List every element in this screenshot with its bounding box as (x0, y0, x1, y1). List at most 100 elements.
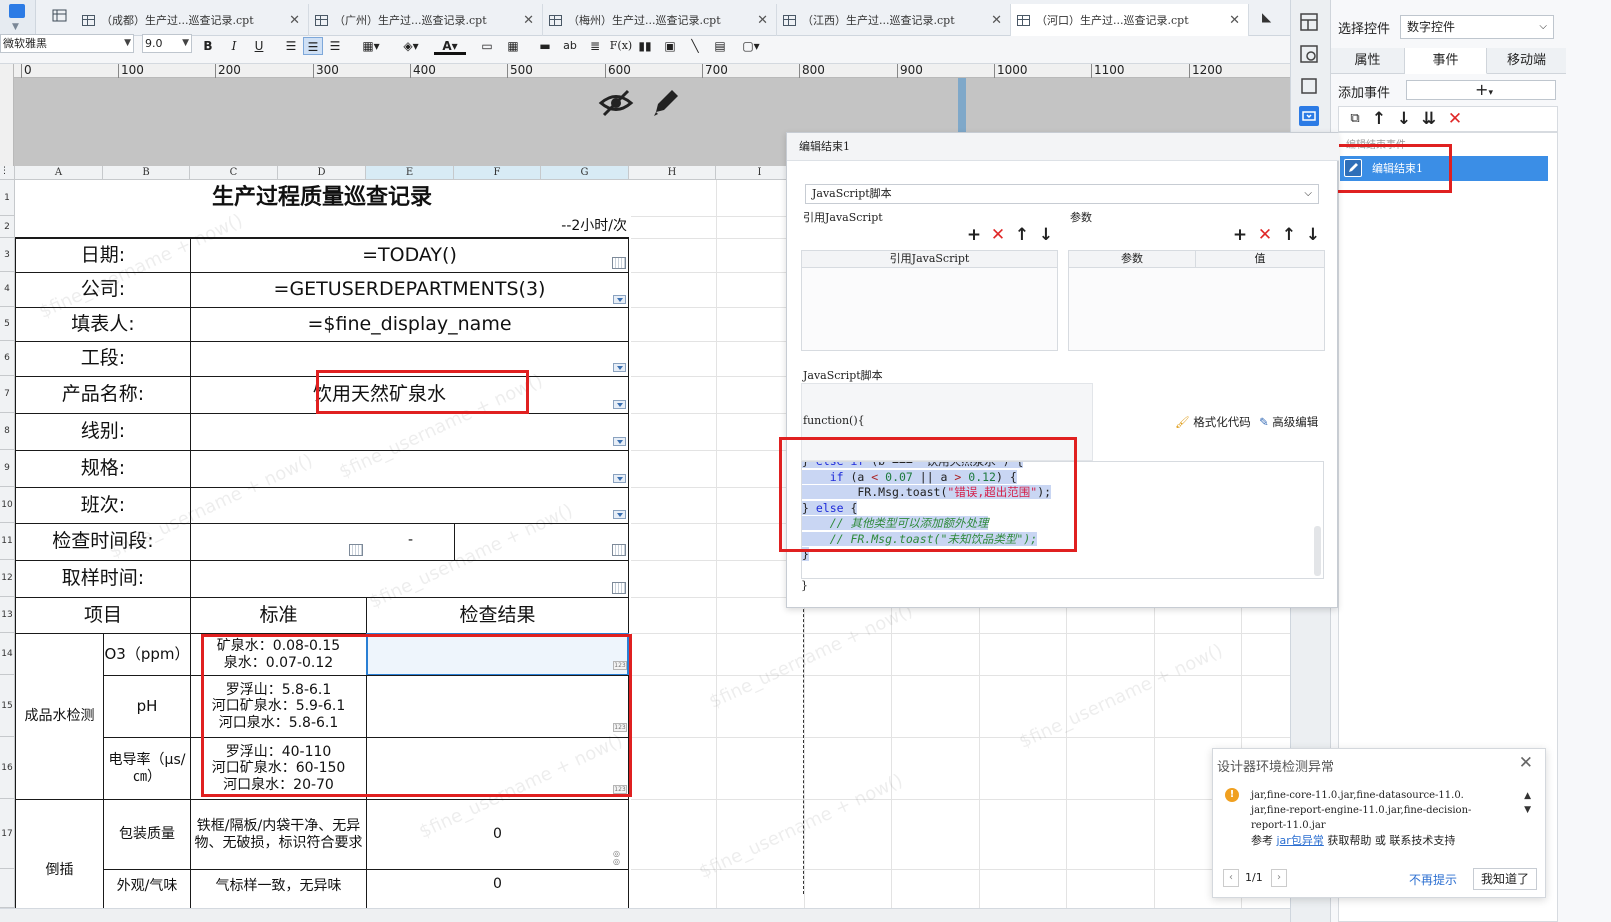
subreport-icon[interactable]: ▤ (711, 37, 729, 55)
delete-icon[interactable]: ✕ (989, 226, 1007, 244)
move-bottom-icon[interactable]: ⇊ (1420, 110, 1438, 128)
row-header[interactable]: 11 (0, 523, 15, 560)
conductivity-label[interactable]: 电导率（μs/㎝） (103, 737, 191, 800)
date-label[interactable]: 日期: (15, 238, 191, 273)
ph-label[interactable]: pH (103, 675, 191, 738)
tab-jiangxi[interactable]: （江西）生产过...巡查记录.cpt ✕ (777, 4, 1011, 36)
no-remind-button[interactable]: 不再提示 (1409, 871, 1457, 888)
arrow-up-icon[interactable]: ↑ (1370, 110, 1388, 128)
cell-attribute-icon[interactable] (1299, 44, 1319, 64)
arrow-up-icon[interactable]: ↑ (1280, 226, 1298, 244)
row-header[interactable]: 9 (0, 450, 15, 487)
row-header[interactable]: 4 (0, 272, 15, 307)
close-icon[interactable]: ✕ (289, 13, 300, 28)
o3-standard[interactable]: 矿泉水：0.08-0.15 泉水：0.07-0.12 (190, 633, 367, 676)
dropdown-icon[interactable] (613, 437, 626, 446)
filler-label[interactable]: 填表人: (15, 307, 191, 342)
close-icon[interactable]: ✕ (757, 13, 768, 28)
row-header[interactable]: 7 (0, 376, 15, 413)
fill-color-icon[interactable]: ◈▾ (396, 37, 426, 55)
column-header[interactable]: B (103, 166, 190, 180)
acknowledge-button[interactable]: 我知道了 (1473, 868, 1537, 890)
spec-label[interactable]: 规格: (15, 450, 191, 488)
ph-standard[interactable]: 罗浮山：5.8-6.1 河口矿泉水：5.9-6.1 河口泉水：5.8-6.1 (190, 675, 367, 738)
section-label[interactable]: 工段: (15, 341, 191, 377)
section-cell[interactable] (190, 341, 629, 377)
tab-mobile[interactable]: 移动端 (1487, 48, 1566, 74)
close-icon[interactable]: ✕ (991, 13, 1002, 28)
align-right-icon[interactable]: ☰ (326, 37, 344, 55)
header-item[interactable]: 项目 (15, 597, 191, 634)
period-end-cell[interactable] (454, 523, 629, 561)
delete-icon[interactable]: ✕ (1256, 226, 1274, 244)
event-item-selected[interactable]: 编辑结束1 (1340, 156, 1548, 181)
package-quality-result[interactable]: 0 (366, 799, 629, 870)
line-label[interactable]: 线别: (15, 413, 191, 451)
row-header[interactable]: 14 (0, 633, 15, 675)
font-color-button[interactable]: A▾ (434, 37, 466, 55)
column-header[interactable]: H (629, 166, 716, 180)
copy-icon[interactable]: ⧉ (1346, 110, 1364, 128)
border-style-icon[interactable]: ▢▾ (736, 37, 766, 55)
dropdown-icon[interactable] (613, 510, 626, 519)
align-center-icon[interactable]: ☰ (303, 37, 323, 55)
help-link[interactable]: jar包异常 (1277, 834, 1324, 847)
calendar-icon[interactable] (349, 544, 363, 556)
grid-icon[interactable] (52, 6, 68, 26)
chart-icon[interactable]: ▮▮ (636, 37, 654, 55)
plus-icon[interactable]: + (965, 226, 983, 244)
arrow-down-icon[interactable]: ↓ (1037, 226, 1055, 244)
close-icon[interactable]: ✕ (1519, 753, 1533, 773)
ref-js-table[interactable]: 引用JavaScript (801, 250, 1058, 351)
table-icon[interactable]: ▦ (504, 37, 522, 55)
tab-hekou[interactable]: （河口）生产过...巡查记录.cpt ✕ (1011, 4, 1249, 36)
column-header[interactable]: A (15, 166, 103, 180)
arrow-up-icon[interactable]: ↑ (1013, 226, 1031, 244)
appearance-label[interactable]: 外观/气味 (103, 869, 191, 908)
cell-element-icon[interactable] (1299, 76, 1319, 96)
group-inverted[interactable]: 倒插 (15, 799, 104, 908)
delete-icon[interactable]: ✕ (1446, 110, 1464, 128)
widget-library-icon[interactable] (1299, 12, 1319, 32)
shift-label[interactable]: 班次: (15, 487, 191, 524)
dropdown-icon[interactable] (613, 363, 626, 372)
period-label[interactable]: 检查时间段: (15, 523, 191, 561)
row-header[interactable]: 8 (0, 413, 15, 450)
group-finished-water[interactable]: 成品水检测 (15, 633, 104, 800)
row-header[interactable]: 17 (0, 799, 15, 869)
editor-scrollbar[interactable] (1314, 526, 1321, 576)
slash-icon[interactable]: ╲ (686, 37, 704, 55)
spec-cell[interactable] (190, 450, 629, 488)
ph-result-cell[interactable] (366, 675, 629, 738)
message-scroll[interactable]: ▲ ▼ (1524, 789, 1531, 817)
tab-meizhou[interactable]: （梅州）生产过...巡查记录.cpt ✕ (543, 4, 777, 36)
row-header[interactable]: 15 (0, 675, 15, 737)
params-table[interactable]: 参数 值 (1068, 250, 1325, 351)
calendar-icon[interactable] (612, 544, 626, 556)
column-header[interactable]: G (541, 166, 629, 180)
column-header[interactable]: E (366, 166, 454, 180)
row-header[interactable]: 6 (0, 341, 15, 376)
row-header[interactable]: 16 (0, 737, 15, 799)
plus-icon[interactable]: + (1231, 226, 1249, 244)
filler-formula-cell[interactable]: =$fine_display_name (190, 307, 629, 342)
row-header[interactable]: 12 (0, 560, 15, 597)
product-label[interactable]: 产品名称: (15, 376, 191, 414)
event-type-select[interactable]: JavaScript脚本 ⌵ (805, 184, 1319, 204)
row-header[interactable]: 10 (0, 487, 15, 523)
row-header[interactable]: 13 (0, 597, 15, 633)
bold-button[interactable]: B (200, 37, 216, 55)
tab-guangzhou[interactable]: （广州）生产过...巡查记录.cpt ✕ (309, 4, 543, 36)
product-cell[interactable]: 饮用天然矿泉水 (190, 376, 629, 414)
insert-element-icon[interactable]: ▬ (536, 37, 554, 55)
header-standard[interactable]: 标准 (190, 597, 367, 634)
report-title[interactable]: 生产过程质量巡查记录 (15, 180, 629, 216)
rich-text-icon[interactable]: ≣ (586, 37, 604, 55)
o3-label[interactable]: O3（ppm） (103, 633, 191, 676)
appearance-result[interactable]: 0 (366, 869, 629, 908)
tab-chengdu[interactable]: （成都）生产过...巡查记录.cpt ✕ (76, 4, 309, 36)
formula-button[interactable]: F(x) (609, 37, 633, 55)
calendar-icon[interactable] (612, 257, 626, 269)
column-header[interactable]: D (278, 166, 366, 180)
image-icon[interactable]: ▣ (661, 37, 679, 55)
